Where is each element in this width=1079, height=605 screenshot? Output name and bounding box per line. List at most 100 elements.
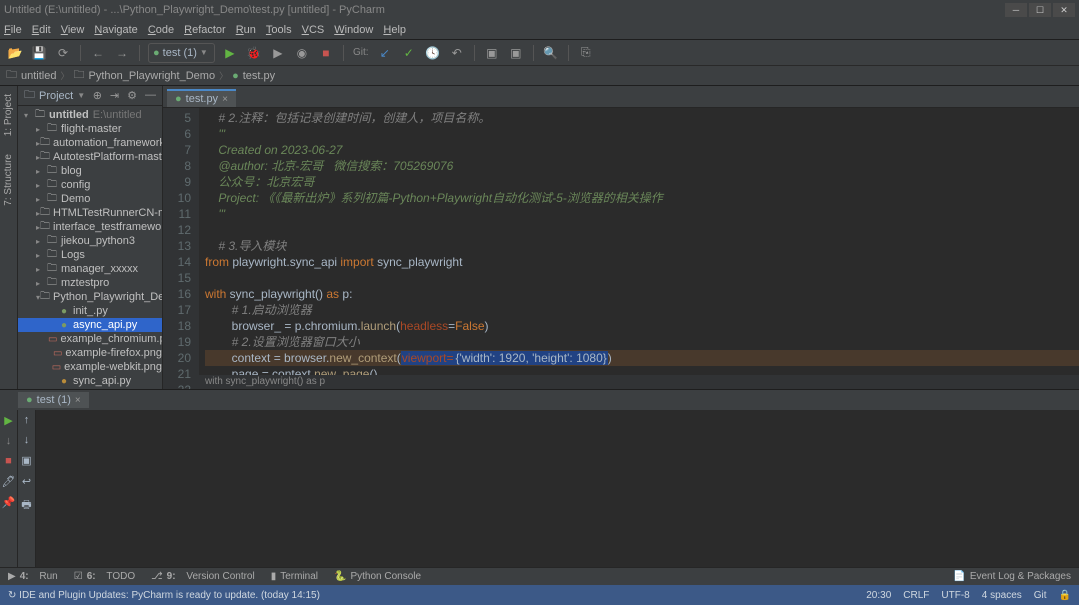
toolwindow-eventlog[interactable]: 📄Event Log & Packages (953, 571, 1071, 582)
git-history-icon[interactable]: 🕓 (424, 44, 442, 62)
window-minimize[interactable]: ─ (1005, 3, 1027, 17)
hide-icon[interactable]: — (145, 89, 156, 102)
run-tab[interactable]: ● test (1) × (18, 392, 89, 408)
crumb-file[interactable]: test.py (243, 70, 275, 82)
editor-tabstrip: ● test.py × (163, 86, 1079, 108)
refresh-icon[interactable]: ⟳ (54, 44, 72, 62)
tree-item[interactable]: ▸🗀config (18, 178, 162, 192)
cursor-position[interactable]: 20:30 (866, 590, 891, 601)
tree-root[interactable]: ▾🗀 untitled E:\untitled (18, 108, 162, 122)
tree-item[interactable]: ▭example-firefox.png (18, 346, 162, 360)
close-icon[interactable]: × (222, 94, 228, 105)
run-config-selector[interactable]: ● test (1) ▼ (148, 43, 215, 63)
tree-root-name: untitled (49, 109, 89, 121)
structure-toolwindow-tab[interactable]: 7: Structure (3, 150, 14, 210)
tree-item[interactable]: ▭example_chromium.png (18, 332, 162, 346)
tree-item[interactable]: ▸🗀interface_testframework (18, 220, 162, 234)
line-ending[interactable]: CRLF (903, 590, 929, 601)
menu-file[interactable]: File (4, 24, 22, 36)
git-update-icon[interactable]: ↙ (376, 44, 394, 62)
sidebar-title: Project (39, 90, 73, 102)
stop-icon[interactable]: ■ (317, 44, 335, 62)
target-icon[interactable]: ⊕ (93, 89, 102, 102)
forward-icon[interactable]: → (113, 44, 131, 62)
crumb-root[interactable]: untitled (21, 70, 56, 82)
up-icon[interactable]: ↑ (24, 414, 30, 426)
crumb-folder[interactable]: Python_Playwright_Demo (89, 70, 216, 82)
project-tree[interactable]: ▾🗀 untitled E:\untitled ▸🗀flight-master▸… (18, 106, 162, 389)
toolwindow-pyconsole[interactable]: 🐍Python Console (334, 571, 421, 582)
more-icon[interactable]: 🖊 (2, 475, 16, 488)
git-revert-icon[interactable]: ↶ (448, 44, 466, 62)
tree-item[interactable]: ●sync_api.py (18, 374, 162, 388)
run-icon[interactable]: ▶ (221, 44, 239, 62)
rerun-icon[interactable]: ▶ (4, 414, 12, 427)
code-body[interactable]: # 2.注释：包括记录创建时间，创建人，项目名称。 ''' Created on… (199, 108, 1079, 389)
structure2-icon[interactable]: ▣ (507, 44, 525, 62)
menu-run[interactable]: Run (236, 24, 256, 36)
toolwindow-vcs[interactable]: ⎇9: Version Control (151, 571, 255, 582)
save-icon[interactable]: 💾 (30, 44, 48, 62)
box-icon[interactable]: ▣ (21, 454, 31, 467)
editor-tab-active[interactable]: ● test.py × (167, 89, 236, 107)
structure1-icon[interactable]: ▣ (483, 44, 501, 62)
gear-icon[interactable]: ⚙ (127, 89, 137, 102)
project-toolwindow-tab[interactable]: 1: Project (3, 90, 14, 140)
print-icon[interactable]: 🖶 (21, 496, 31, 515)
tree-item[interactable]: ●async_api.py (18, 318, 162, 332)
menu-code[interactable]: Code (148, 24, 174, 36)
lock-icon[interactable]: 🔒 (1059, 590, 1071, 601)
tree-item[interactable]: ▭example-webkit.png (18, 360, 162, 374)
close-icon[interactable]: × (75, 395, 81, 406)
tree-item[interactable]: ●init_.py (18, 304, 162, 318)
tree-item[interactable]: ▸🗀manager_xxxxx (18, 262, 162, 276)
toolwindow-run[interactable]: ▶4: Run (8, 571, 58, 582)
profile-icon[interactable]: ◉ (293, 44, 311, 62)
collapse-icon[interactable]: ⇥ (110, 89, 119, 102)
menu-vcs[interactable]: VCS (302, 24, 325, 36)
update-icon[interactable]: ↻ (8, 590, 16, 601)
toolwindow-terminal[interactable]: ▮Terminal (271, 571, 318, 582)
menu-refactor[interactable]: Refactor (184, 24, 226, 36)
menu-edit[interactable]: Edit (32, 24, 51, 36)
git-branch[interactable]: Git (1034, 590, 1047, 601)
indent[interactable]: 4 spaces (982, 590, 1022, 601)
coverage-icon[interactable]: ▶ (269, 44, 287, 62)
pin-icon[interactable]: 📌 (2, 496, 16, 509)
menu-navigate[interactable]: Navigate (94, 24, 137, 36)
window-maximize[interactable]: ☐ (1029, 3, 1051, 17)
git-label: Git: (352, 44, 370, 62)
stop-icon[interactable]: ■ (5, 455, 12, 467)
open-icon[interactable]: 📂 (6, 44, 24, 62)
back-icon[interactable]: ← (89, 44, 107, 62)
tree-label: jiekou_python3 (61, 235, 135, 247)
window-close[interactable]: ✕ (1053, 3, 1075, 17)
run-output[interactable] (36, 410, 1079, 567)
tree-item[interactable]: ▸🗀jiekou_python3 (18, 234, 162, 248)
wrap-icon[interactable]: ↩ (22, 475, 31, 488)
menu-tools[interactable]: Tools (266, 24, 292, 36)
python-icon: ● (153, 47, 160, 59)
tree-item[interactable]: ▸🗀AutotestPlatform-master (18, 150, 162, 164)
down-icon[interactable]: ↓ (6, 435, 12, 447)
debug-icon[interactable]: 🐞 (245, 44, 263, 62)
chevron-down-icon: ▼ (200, 48, 208, 57)
toolwindow-todo[interactable]: ☑6: TODO (74, 571, 135, 582)
menu-help[interactable]: Help (383, 24, 406, 36)
menu-window[interactable]: Window (334, 24, 373, 36)
tree-item[interactable]: ▸🗀blog (18, 164, 162, 178)
tree-item[interactable]: ▸🗀Logs (18, 248, 162, 262)
git-commit-icon[interactable]: ✓ (400, 44, 418, 62)
chevron-down-icon[interactable]: ▼ (77, 91, 85, 100)
tree-label: Python_Playwright_Demo (53, 291, 162, 303)
code-editor[interactable]: 567891011121314151617181920212223 # 2.注释… (163, 108, 1079, 389)
vcs-icon: ⎇ (151, 571, 163, 582)
down2-icon[interactable]: ↓ (24, 434, 30, 446)
run-toolwindow: ● test (1) × ▶ ↓ ■ 🖊 📌 ↑ ↓ ▣ ↩ 🖶 (0, 389, 1079, 567)
encoding[interactable]: UTF-8 (941, 590, 969, 601)
tree-item[interactable]: ▾🗀Python_Playwright_Demo (18, 290, 162, 304)
menu-view[interactable]: View (61, 24, 85, 36)
run-toolbar-2: ↑ ↓ ▣ ↩ 🖶 (18, 410, 36, 567)
search-icon[interactable]: 🔍 (542, 44, 560, 62)
misc-icon[interactable]: ⎘ (577, 44, 595, 62)
